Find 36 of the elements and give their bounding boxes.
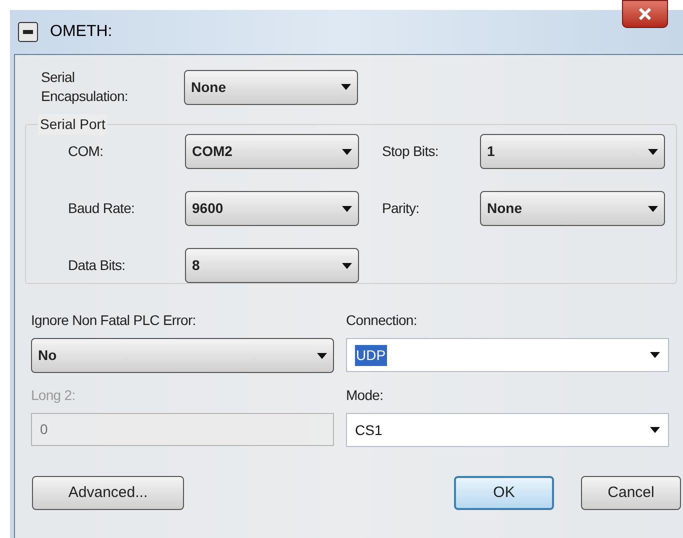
dropdown[interactable]: 1: [480, 134, 665, 169]
dropdown[interactable]: 9600: [185, 191, 359, 226]
dropdown[interactable]: COM2: [185, 134, 359, 169]
dropdown[interactable]: None: [480, 191, 665, 226]
dropdown[interactable]: 8: [185, 248, 359, 283]
field-label: Parity:: [382, 199, 420, 218]
combo-field[interactable]: CS1: [346, 413, 669, 447]
dropdown-arrow-icon: [342, 262, 352, 268]
dropdown-arrow-icon: [341, 84, 351, 90]
group-title: Serial Port: [38, 114, 108, 135]
field-label: Baud Rate:: [68, 199, 136, 218]
dropdown[interactable]: No: [31, 338, 334, 373]
field-label: Long 2:: [31, 386, 76, 405]
dialog-button[interactable]: OK: [454, 476, 554, 510]
dropdown-arrow-icon: [650, 352, 660, 358]
close-button[interactable]: [622, 0, 668, 28]
field-label: Ignore Non Fatal PLC Error:: [31, 311, 197, 330]
close-icon: [638, 8, 652, 20]
dropdown-arrow-icon: [342, 148, 352, 154]
combo-field[interactable]: UDP: [346, 338, 669, 372]
field-label: Stop Bits:: [382, 142, 440, 161]
window-title: OMETH:: [50, 22, 112, 42]
dropdown-arrow-icon: [648, 206, 658, 212]
field-label: Data Bits:: [68, 256, 126, 275]
dropdown[interactable]: None: [184, 70, 358, 104]
dropdown-arrow-icon: [342, 206, 352, 212]
field-label: Mode:: [346, 386, 384, 405]
window-menu-icon[interactable]: [18, 22, 38, 42]
field-label: COM:: [68, 142, 104, 161]
dropdown-arrow-icon: [317, 352, 327, 358]
field-label: Serial Encapsulation:: [41, 68, 129, 106]
dialog-button[interactable]: Cancel: [581, 476, 681, 510]
field-label: Connection:: [346, 311, 418, 330]
dialog-button[interactable]: Advanced...: [32, 476, 184, 510]
dropdown-arrow-icon: [648, 148, 658, 154]
dropdown-arrow-icon: [650, 427, 660, 433]
